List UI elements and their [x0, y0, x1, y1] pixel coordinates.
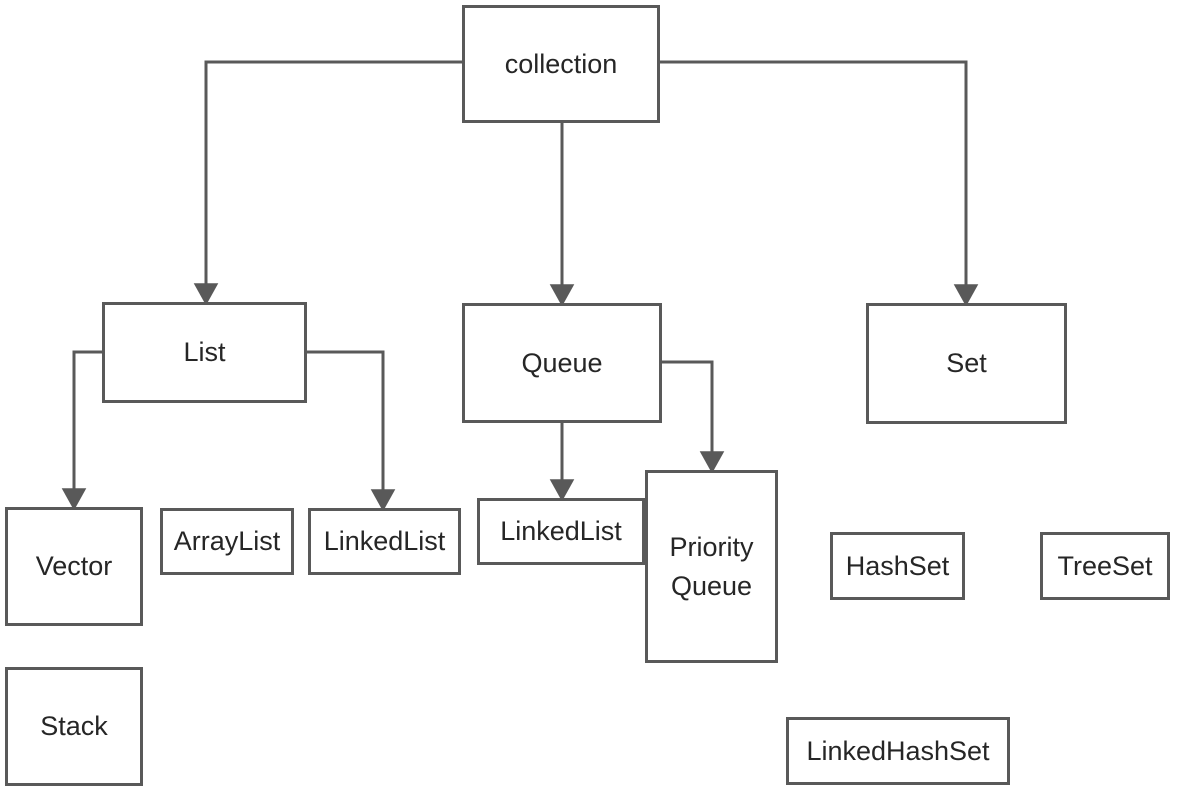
edge-queue-to-priorityqueue — [662, 360, 725, 474]
node-list[interactable]: List — [102, 302, 307, 403]
node-vector[interactable]: Vector — [5, 507, 143, 626]
node-label: Vector — [35, 551, 113, 582]
node-priorityqueue[interactable]: Priority Queue — [645, 470, 778, 663]
node-queue[interactable]: Queue — [462, 303, 662, 423]
node-label: LinkedHashSet — [806, 735, 990, 766]
node-label: HashSet — [845, 550, 950, 581]
node-label: LinkedList — [500, 516, 622, 547]
diagram-canvas: collection List Queue Set Vector ArrayList Lin… — [0, 0, 1180, 790]
node-linkedhashset[interactable]: LinkedHashSet — [786, 717, 1010, 785]
edge-list-to-vector — [61, 350, 102, 511]
node-linkedlist-queue[interactable]: LinkedList — [477, 498, 645, 565]
edge-collection-to-list — [193, 60, 462, 306]
node-treeset[interactable]: TreeSet — [1040, 532, 1170, 600]
node-arraylist[interactable]: ArrayList — [160, 508, 294, 575]
edge-collection-to-set — [660, 60, 979, 307]
connector-group — [61, 60, 979, 512]
node-linkedlist-list[interactable]: LinkedList — [308, 508, 461, 575]
edge-list-to-linkedlist — [307, 350, 396, 512]
node-label: Queue — [521, 347, 603, 378]
node-label: ArrayList — [173, 526, 281, 557]
node-stack[interactable]: Stack — [5, 667, 143, 786]
node-label: Stack — [40, 711, 108, 742]
node-label: LinkedList — [323, 526, 446, 557]
node-collection[interactable]: collection — [462, 5, 660, 123]
node-label: TreeSet — [1057, 550, 1153, 581]
node-label: Set — [946, 348, 987, 379]
node-label: collection — [504, 48, 618, 79]
node-hashset[interactable]: HashSet — [830, 532, 965, 600]
node-label: Priority Queue — [669, 532, 754, 601]
node-label: List — [183, 337, 226, 368]
node-set[interactable]: Set — [866, 303, 1067, 424]
